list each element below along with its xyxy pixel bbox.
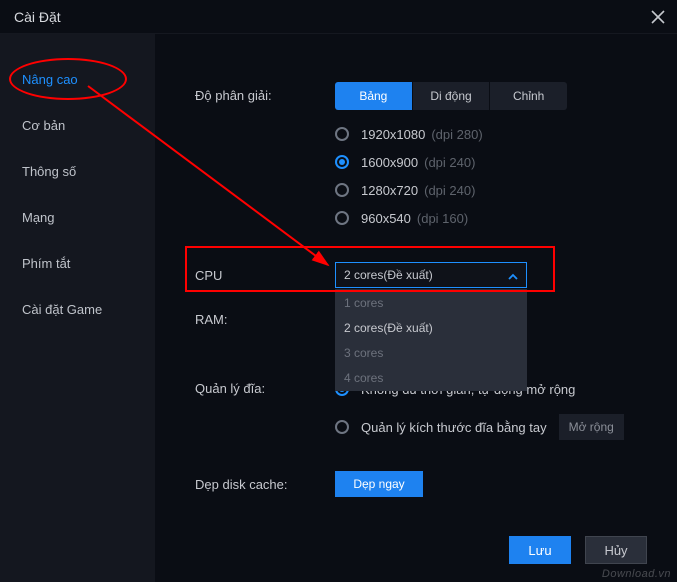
- cpu-dropdown: 1 cores 2 cores(Đề xuất) 3 cores 4 cores: [335, 289, 527, 391]
- ram-label: RAM:: [195, 306, 335, 327]
- clear-cache-button[interactable]: Dẹp ngay: [335, 471, 423, 497]
- tab-custom[interactable]: Chỉnh: [489, 82, 567, 110]
- radio-960[interactable]: 960x540 (dpi 160): [335, 204, 637, 232]
- cpu-label: CPU: [195, 262, 335, 283]
- radio-1600[interactable]: 1600x900 (dpi 240): [335, 148, 637, 176]
- sidebar-item-network[interactable]: Mạng: [0, 194, 155, 240]
- window-title: Cài Đặt: [14, 9, 61, 25]
- tab-tablet[interactable]: Bảng: [335, 82, 412, 110]
- cancel-button[interactable]: Hủy: [585, 536, 647, 564]
- sidebar-item-shortcut[interactable]: Phím tắt: [0, 240, 155, 286]
- main-panel: Độ phân giải: Bảng Di động Chỉnh 1920x10…: [155, 34, 677, 582]
- cache-label: Dẹp disk cache:: [195, 471, 335, 492]
- resolution-tabs: Bảng Di động Chỉnh: [335, 82, 567, 110]
- sidebar-item-game[interactable]: Cài đặt Game: [0, 286, 155, 332]
- cpu-select[interactable]: 2 cores(Đề xuất) 1 cores 2 cores(Đề xuất…: [335, 262, 527, 288]
- watermark: Download.vn: [602, 568, 671, 580]
- resolution-label: Độ phân giải:: [195, 82, 335, 103]
- expand-button[interactable]: Mở rộng: [559, 414, 624, 440]
- tab-mobile[interactable]: Di động: [412, 82, 490, 110]
- radio-manual-disk[interactable]: Quản lý kích thước đĩa bằng tay: [335, 420, 547, 435]
- radio-icon: [335, 211, 349, 225]
- titlebar: Cài Đặt: [0, 0, 677, 34]
- cpu-option-1[interactable]: 1 cores: [336, 290, 526, 315]
- radio-icon: [335, 183, 349, 197]
- cpu-option-2[interactable]: 2 cores(Đề xuất): [336, 315, 526, 340]
- sidebar-item-specs[interactable]: Thông số: [0, 148, 155, 194]
- footer: Lưu Hủy: [509, 536, 647, 564]
- save-button[interactable]: Lưu: [509, 536, 571, 564]
- disk-label: Quản lý đĩa:: [195, 375, 335, 396]
- radio-icon: [335, 420, 349, 434]
- cpu-option-4[interactable]: 4 cores: [336, 365, 526, 390]
- sidebar-item-advanced[interactable]: Nâng cao: [0, 56, 155, 102]
- sidebar: Nâng cao Cơ bản Thông số Mạng Phím tắt C…: [0, 34, 155, 582]
- close-icon[interactable]: [651, 10, 665, 24]
- sidebar-item-basic[interactable]: Cơ bản: [0, 102, 155, 148]
- chevron-up-icon: [508, 270, 518, 280]
- cpu-option-3[interactable]: 3 cores: [336, 340, 526, 365]
- radio-icon: [335, 127, 349, 141]
- radio-icon: [335, 155, 349, 169]
- radio-1920[interactable]: 1920x1080 (dpi 280): [335, 120, 637, 148]
- radio-1280[interactable]: 1280x720 (dpi 240): [335, 176, 637, 204]
